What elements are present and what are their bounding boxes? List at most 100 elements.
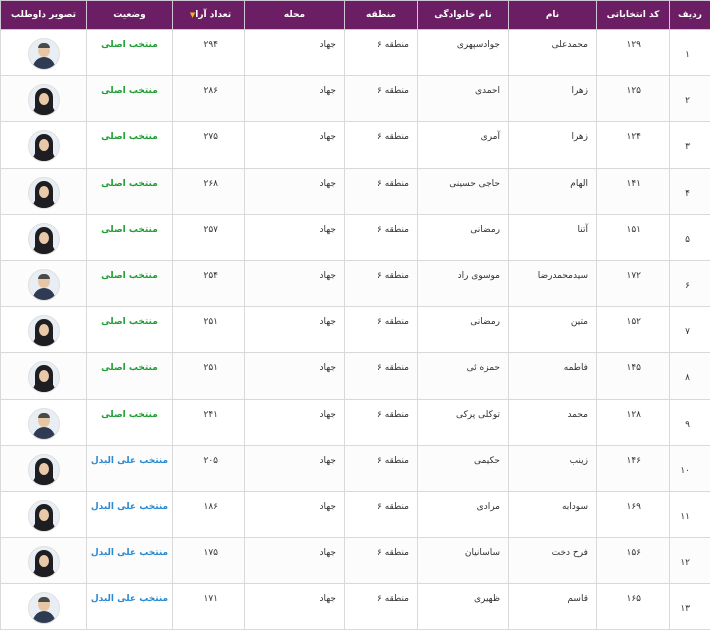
table-row[interactable]: ۷۱۵۲متینرمضانیمنطقه ۶جهاد۲۵۱منتخب اصلی xyxy=(1,307,710,353)
first-name: سودابه xyxy=(509,492,596,512)
header-region[interactable]: منطقه xyxy=(345,1,418,30)
table-row[interactable]: ۶۱۷۲سیدمحمدرضاموسوی رادمنطقه ۶جهاد۲۵۴منت… xyxy=(1,260,710,306)
neighborhood-cell: جهاد xyxy=(245,491,345,537)
neighborhood: جهاد xyxy=(245,261,344,281)
candidate-photo[interactable] xyxy=(28,546,60,578)
photo-cell xyxy=(1,307,87,353)
row-number: ۵ xyxy=(670,215,710,245)
status-badge: منتخب اصلی xyxy=(87,76,172,96)
table-row[interactable]: ۱۱۲۹محمدعلیجوادسپهریمنطقه ۶جهاد۲۹۴منتخب … xyxy=(1,30,710,76)
candidate-photo[interactable] xyxy=(28,223,60,255)
table-row[interactable]: ۱۲۱۵۶فرح دختساسانیانمنطقه ۶جهاد۱۷۵منتخب … xyxy=(1,538,710,584)
candidate-photo[interactable] xyxy=(28,84,60,116)
photo-cell xyxy=(1,168,87,214)
candidate-photo[interactable] xyxy=(28,408,60,440)
first-name: آتنا xyxy=(509,215,596,235)
first-name: فاطمه xyxy=(509,353,596,373)
last-name: جوادسپهری xyxy=(418,30,508,50)
candidate-photo[interactable] xyxy=(28,315,60,347)
table-row[interactable]: ۳۱۲۴زهراآمریمنطقه ۶جهاد۲۷۵منتخب اصلی xyxy=(1,122,710,168)
region: منطقه ۶ xyxy=(345,261,417,281)
photo-cell xyxy=(1,353,87,399)
first-name: محمدعلی xyxy=(509,30,596,50)
first-name: الهام xyxy=(509,169,596,189)
vote-count-cell: ۱۸۶ xyxy=(173,491,245,537)
header-first-name[interactable]: نام xyxy=(509,1,597,30)
table-row[interactable]: ۴۱۴۱الهامحاجی حسینیمنطقه ۶جهاد۲۶۸منتخب ا… xyxy=(1,168,710,214)
region-cell: منطقه ۶ xyxy=(345,122,418,168)
vote-count: ۲۴۱ xyxy=(173,400,244,420)
first-name-cell: زهرا xyxy=(509,122,597,168)
table-row[interactable]: ۸۱۴۵فاطمهحمزه ئیمنطقه ۶جهاد۲۵۱منتخب اصلی xyxy=(1,353,710,399)
region-cell: منطقه ۶ xyxy=(345,538,418,584)
row-number: ۶ xyxy=(670,261,710,291)
first-name-cell: فرح دخت xyxy=(509,538,597,584)
header-votes-label: تعداد آرا xyxy=(195,10,231,20)
election-code: ۱۲۸ xyxy=(597,400,669,420)
header-region-label: منطقه xyxy=(366,10,396,20)
table-row[interactable]: ۹۱۲۸محمدتوکلی پرکیمنطقه ۶جهاد۲۴۱منتخب اص… xyxy=(1,399,710,445)
election-code-cell: ۱۶۹ xyxy=(597,491,670,537)
header-last-name[interactable]: نام خانوادگی xyxy=(418,1,509,30)
candidate-photo[interactable] xyxy=(28,500,60,532)
header-code[interactable]: کد انتخاباتی xyxy=(597,1,670,30)
table-row[interactable]: ۲۱۲۵زهرااحمدیمنطقه ۶جهاد۲۸۶منتخب اصلی xyxy=(1,76,710,122)
last-name: حکیمی xyxy=(418,446,508,466)
row-number: ۴ xyxy=(670,169,710,199)
header-photo[interactable]: تصویر داوطلب xyxy=(1,1,87,30)
header-neighborhood[interactable]: محله xyxy=(245,1,345,30)
region-cell: منطقه ۶ xyxy=(345,399,418,445)
neighborhood: جهاد xyxy=(245,122,344,142)
election-code: ۱۶۵ xyxy=(597,584,669,604)
vote-count-cell: ۱۷۱ xyxy=(173,584,245,630)
row-number: ۱۰ xyxy=(670,446,710,476)
vote-count: ۲۸۶ xyxy=(173,76,244,96)
header-photo-label: تصویر داوطلب xyxy=(11,10,76,20)
row-number: ۱۱ xyxy=(670,492,710,522)
last-name: حاجی حسینی xyxy=(418,169,508,189)
status-badge: منتخب اصلی xyxy=(87,400,172,420)
vote-count-cell: ۲۰۵ xyxy=(173,445,245,491)
candidate-photo[interactable] xyxy=(28,38,60,70)
election-code: ۱۲۴ xyxy=(597,122,669,142)
vote-count: ۲۹۴ xyxy=(173,30,244,50)
neighborhood-cell: جهاد xyxy=(245,260,345,306)
first-name-cell: محمد xyxy=(509,399,597,445)
table-row[interactable]: ۱۰۱۴۶زینبحکیمیمنطقه ۶جهاد۲۰۵منتخب علی ال… xyxy=(1,445,710,491)
row-number-cell: ۷ xyxy=(670,307,710,353)
candidate-photo[interactable] xyxy=(28,130,60,162)
candidate-photo[interactable] xyxy=(28,177,60,209)
last-name: ظهیری xyxy=(418,584,508,604)
table-row[interactable]: ۱۱۱۶۹سودابهمرادیمنطقه ۶جهاد۱۸۶منتخب علی … xyxy=(1,491,710,537)
candidates-table: ردیف کد انتخاباتی نام نام خانوادگی منطقه… xyxy=(0,0,710,630)
vote-count: ۲۵۴ xyxy=(173,261,244,281)
candidate-photo[interactable] xyxy=(28,454,60,486)
region: منطقه ۶ xyxy=(345,584,417,604)
region-cell: منطقه ۶ xyxy=(345,214,418,260)
photo-cell xyxy=(1,399,87,445)
election-code-cell: ۱۵۱ xyxy=(597,214,670,260)
header-row[interactable]: ردیف xyxy=(670,1,710,30)
row-number-cell: ۴ xyxy=(670,168,710,214)
candidate-photo[interactable] xyxy=(28,269,60,301)
first-name: محمد xyxy=(509,400,596,420)
row-number: ۷ xyxy=(670,307,710,337)
candidate-photo[interactable] xyxy=(28,592,60,624)
region: منطقه ۶ xyxy=(345,307,417,327)
status-badge-cell: منتخب اصلی xyxy=(87,260,173,306)
header-status[interactable]: وضعیت xyxy=(87,1,173,30)
table-row[interactable]: ۱۳۱۶۵قاسمظهیریمنطقه ۶جهاد۱۷۱منتخب علی ال… xyxy=(1,584,710,630)
header-row-label: ردیف xyxy=(678,10,702,20)
row-number: ۱ xyxy=(670,30,710,60)
last-name: آمری xyxy=(418,122,508,142)
vote-count-cell: ۲۵۷ xyxy=(173,214,245,260)
photo-cell xyxy=(1,76,87,122)
candidate-photo[interactable] xyxy=(28,361,60,393)
vote-count: ۲۵۱ xyxy=(173,353,244,373)
last-name: ساسانیان xyxy=(418,538,508,558)
region-cell: منطقه ۶ xyxy=(345,76,418,122)
photo-cell xyxy=(1,538,87,584)
table-row[interactable]: ۵۱۵۱آتنارمضانیمنطقه ۶جهاد۲۵۷منتخب اصلی xyxy=(1,214,710,260)
vote-count-cell: ۲۶۸ xyxy=(173,168,245,214)
header-votes[interactable]: تعداد آرا▼ xyxy=(173,1,245,30)
